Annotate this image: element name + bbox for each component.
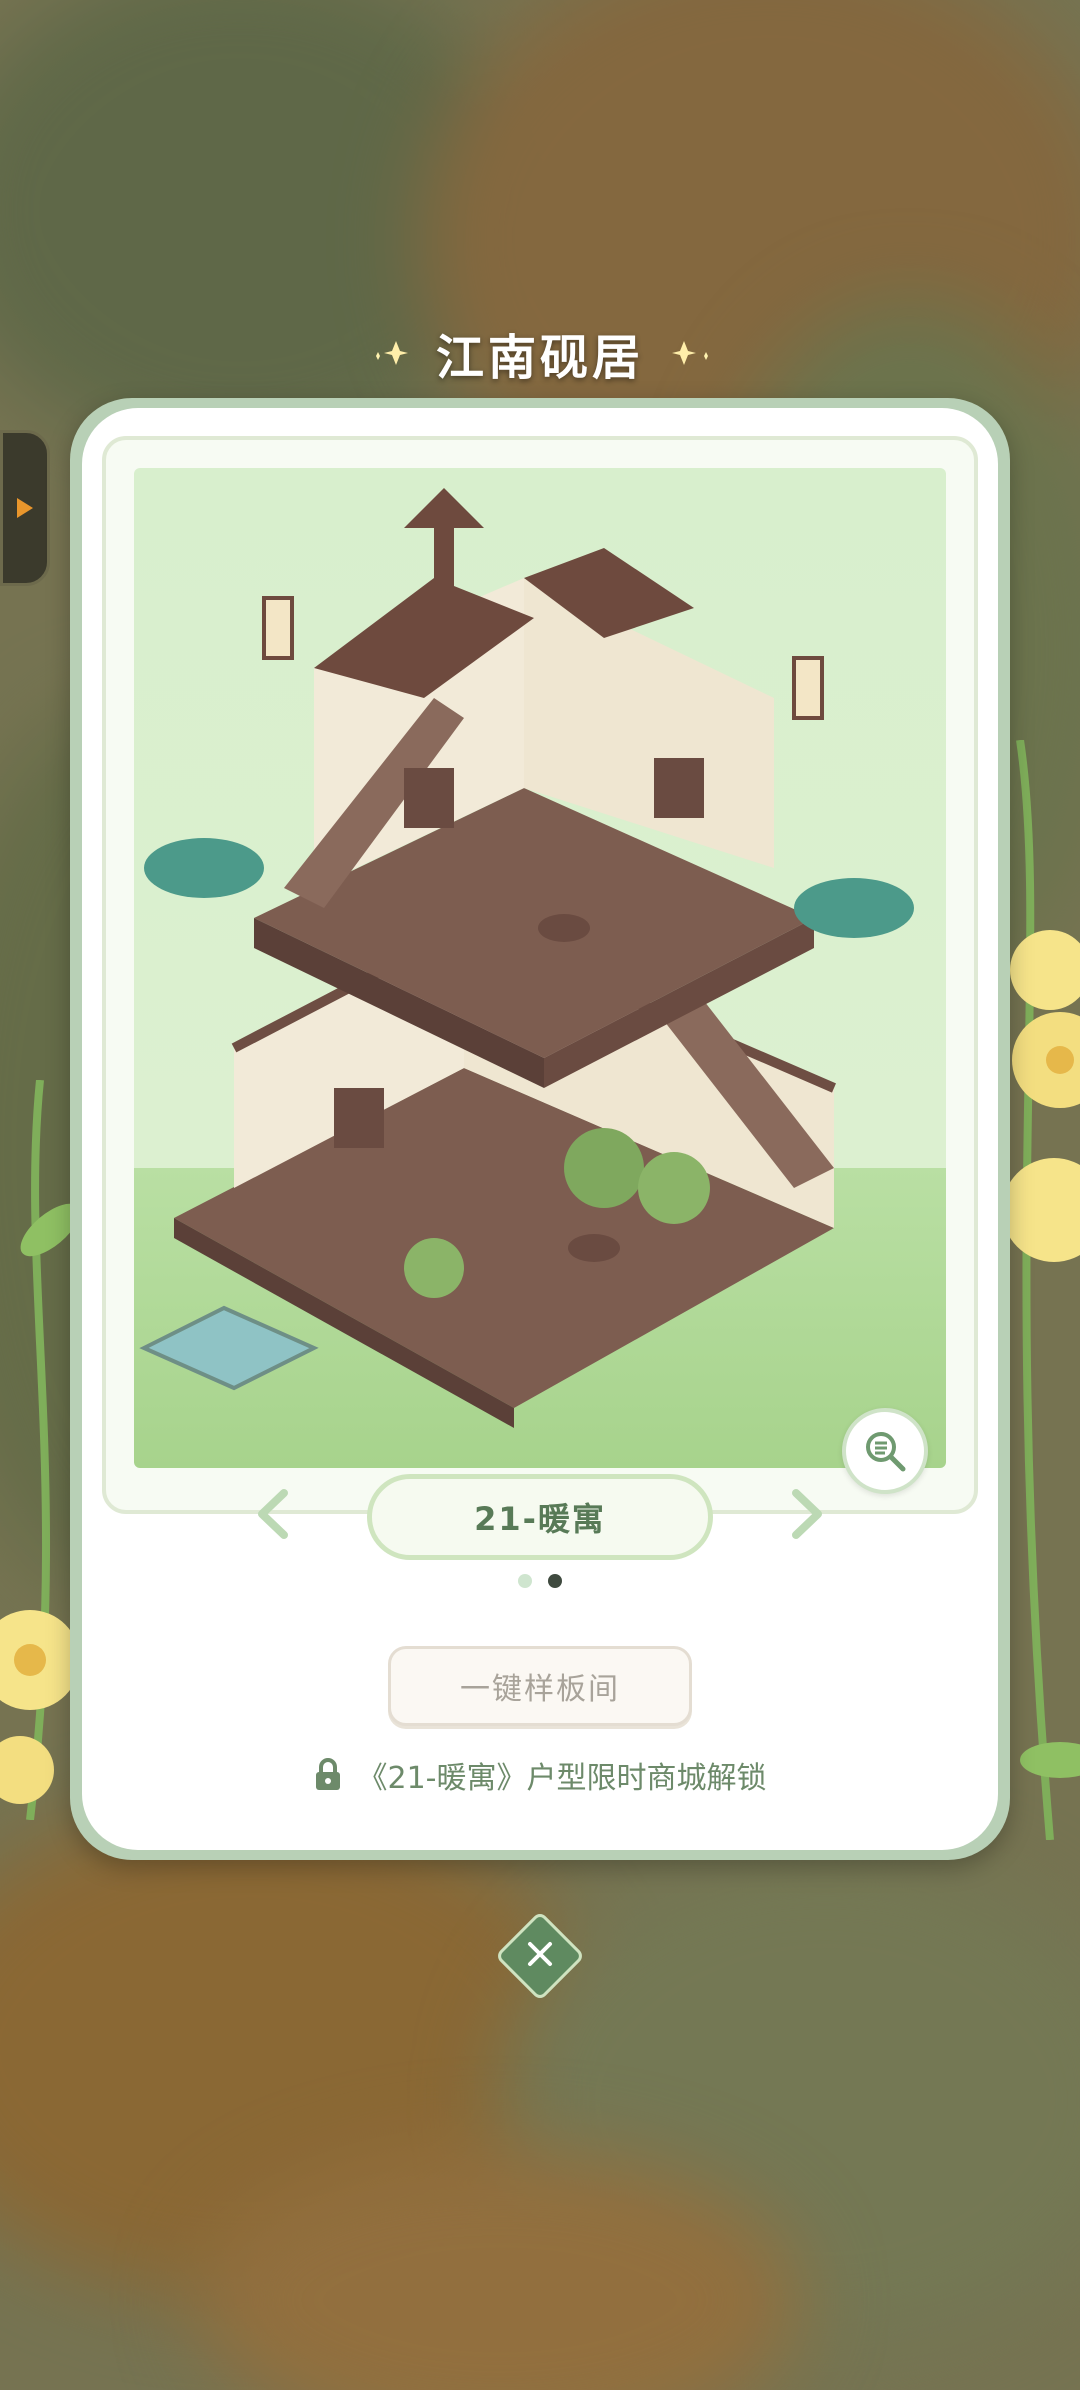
unlock-text: 《21-暖寓》户型限时商城解锁	[357, 1761, 767, 1796]
page-dot-active[interactable]	[548, 1574, 562, 1588]
next-layout-button[interactable]	[786, 1486, 830, 1542]
zoom-preview-button[interactable]	[842, 1408, 928, 1494]
play-arrow-icon	[17, 498, 33, 518]
unlock-hint: 《21-暖寓》户型限时商城解锁	[82, 1748, 998, 1802]
sparkle-icon	[672, 338, 712, 368]
title-row: 江南砚居	[0, 318, 1080, 388]
search-list-icon	[866, 1432, 906, 1472]
layout-card: 21-暖寓 一键样板间 《21-暖寓》户型限时商城解锁	[82, 408, 998, 1850]
sparkle-icon	[368, 338, 408, 368]
close-icon	[528, 1942, 552, 1966]
chevron-left-icon	[258, 1489, 288, 1539]
pagination-dots	[82, 1574, 998, 1588]
page-dot-inactive[interactable]	[518, 1574, 532, 1588]
lock-icon	[315, 1758, 340, 1790]
side-panel-toggle[interactable]	[0, 430, 50, 586]
chevron-right-icon	[792, 1489, 822, 1539]
layout-name-plate: 21-暖寓	[367, 1474, 713, 1560]
one-click-template-button[interactable]: 一键样板间	[388, 1646, 692, 1726]
page-title: 江南砚居	[435, 330, 644, 386]
prev-layout-button[interactable]	[250, 1486, 294, 1542]
house-preview-image	[134, 468, 946, 1468]
